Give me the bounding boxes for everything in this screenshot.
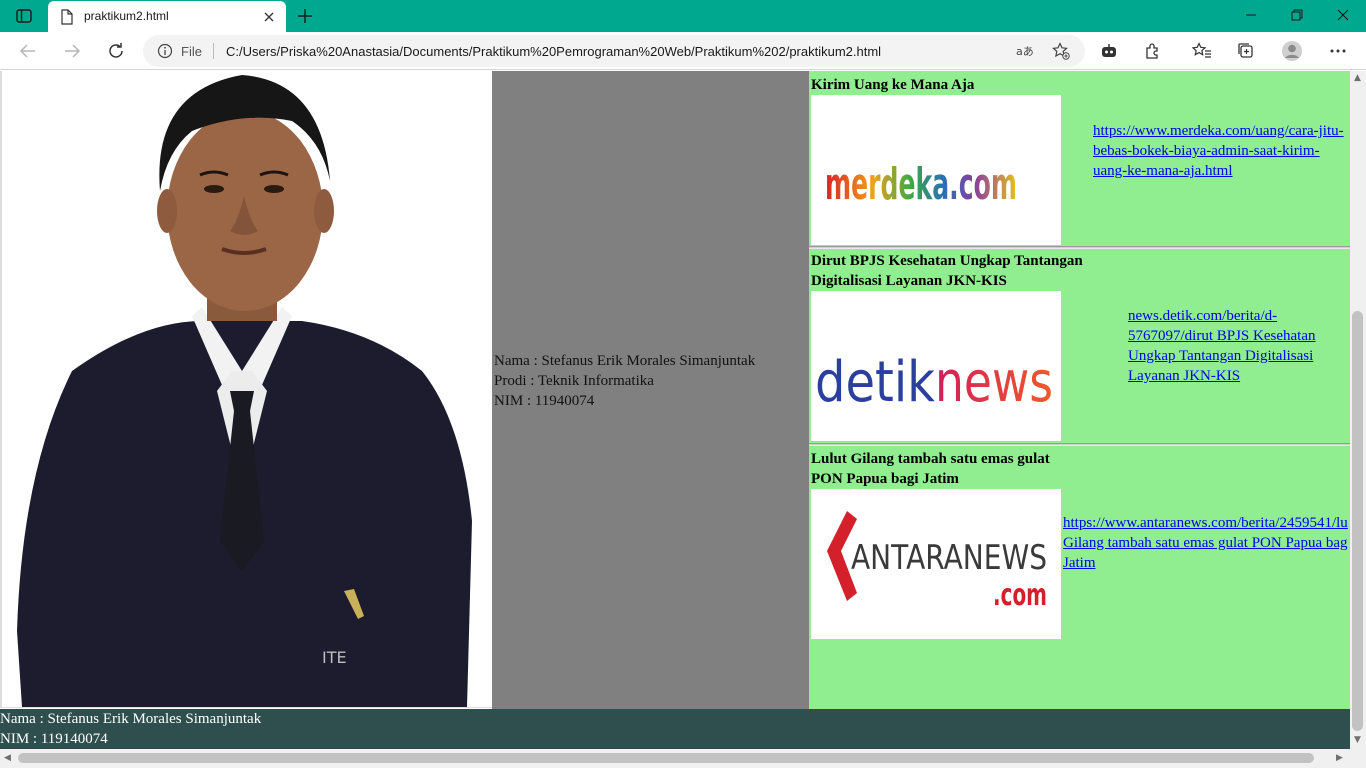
- browser-toolbar: File C:/Users/Priska%20Anastasia/Documen…: [0, 32, 1366, 70]
- extension-bot-icon[interactable]: [1098, 40, 1120, 62]
- horizontal-scrollbar[interactable]: ◀ ▶: [0, 749, 1366, 768]
- antara-logo: ANTARANEWS .com: [811, 489, 1061, 639]
- profile-info: Nama : Stefanus Erik Morales Simanjuntak…: [494, 351, 755, 411]
- forward-icon[interactable]: [58, 37, 86, 65]
- plus-icon[interactable]: [294, 5, 316, 27]
- news-title: Kirim Uang ke Mana Aja: [811, 77, 975, 93]
- close-icon[interactable]: [262, 9, 276, 28]
- vertical-scrollbar[interactable]: ▲ ▼: [1350, 71, 1366, 749]
- collections-icon[interactable]: [1235, 40, 1257, 62]
- scroll-up-arrow-icon[interactable]: ▲: [1354, 73, 1361, 83]
- horizontal-scroll-thumb[interactable]: [18, 753, 1314, 763]
- detik-logo: detik news: [811, 291, 1061, 441]
- footer-info: Nama : Stefanus Erik Morales Simanjuntak…: [0, 709, 261, 749]
- footer-nim: NIM : 119140074: [0, 731, 108, 747]
- profile-icon[interactable]: [1281, 40, 1303, 62]
- tab-title: praktikum2.html: [84, 9, 169, 23]
- footer-name: Nama : Stefanus Erik Morales Simanjuntak: [0, 711, 262, 727]
- profile-info-cell: Nama : Stefanus Erik Morales Simanjuntak…: [492, 71, 809, 709]
- scroll-right-arrow-icon[interactable]: ▶: [1336, 753, 1343, 763]
- news-link-antara[interactable]: https://www.antaranews.com/berita/245954…: [1063, 513, 1350, 573]
- news-list-cell: Kirim Uang ke Mana Aja merdeka.com https…: [809, 71, 1350, 709]
- page-viewport: ITE Nama : Stefanus Erik Morales Simanju…: [0, 71, 1350, 749]
- svg-text:merdeka.com: merdeka.com: [825, 159, 1017, 210]
- page-footer: Nama : Stefanus Erik Morales Simanjuntak…: [0, 709, 1350, 749]
- svg-text:aあ: aあ: [1016, 45, 1034, 58]
- profile-prodi: Prodi : Teknik Informatika: [494, 373, 654, 389]
- refresh-icon[interactable]: [102, 37, 130, 65]
- favorite-add-icon[interactable]: [1051, 42, 1071, 60]
- svg-text:news: news: [935, 350, 1053, 415]
- active-tab[interactable]: praktikum2.html: [48, 1, 286, 32]
- profile-photo: ITE: [2, 71, 492, 707]
- file-icon: [60, 9, 74, 29]
- address-separator: [213, 43, 214, 59]
- address-scheme-label: File: [181, 44, 202, 59]
- window-close-icon[interactable]: [1320, 0, 1366, 30]
- merdeka-logo: merdeka.com: [811, 95, 1061, 245]
- profile-nim: NIM : 11940074: [494, 393, 595, 409]
- vertical-scroll-thumb[interactable]: [1352, 311, 1363, 731]
- minimize-icon[interactable]: [1228, 0, 1274, 30]
- svg-text:ITE: ITE: [322, 648, 347, 667]
- favorites-icon[interactable]: [1191, 40, 1213, 62]
- tab-bar: praktikum2.html: [0, 0, 1366, 32]
- news-title: Dirut BPJS Kesehatan Ungkap Tantangan Di…: [811, 253, 1083, 289]
- more-icon[interactable]: [1327, 40, 1349, 62]
- profile-name: Nama : Stefanus Erik Morales Simanjuntak: [494, 353, 756, 369]
- divider: [809, 443, 1350, 446]
- svg-text:.com: .com: [993, 578, 1047, 613]
- divider: [809, 246, 1350, 249]
- svg-text:detik: detik: [815, 350, 935, 415]
- info-icon[interactable]: [157, 43, 173, 63]
- profile-photo-cell: ITE: [0, 71, 492, 708]
- read-aloud-icon[interactable]: aあ: [1015, 42, 1035, 60]
- svg-text:ANTARANEWS: ANTARANEWS: [851, 538, 1047, 578]
- restore-icon[interactable]: [1274, 0, 1320, 30]
- address-url[interactable]: C:/Users/Priska%20Anastasia/Documents/Pr…: [226, 44, 881, 59]
- news-link-detik[interactable]: news.detik.com/berita/d- 5767097/dirut B…: [1128, 306, 1350, 386]
- news-link-merdeka[interactable]: https://www.merdeka.com/uang/cara-jitu- …: [1093, 121, 1350, 181]
- address-bar[interactable]: File C:/Users/Priska%20Anastasia/Documen…: [143, 35, 1085, 67]
- scroll-down-arrow-icon[interactable]: ▼: [1354, 735, 1361, 745]
- tab-actions-icon[interactable]: [8, 5, 40, 27]
- back-icon[interactable]: [14, 37, 42, 65]
- extensions-icon[interactable]: [1142, 40, 1164, 62]
- scroll-left-arrow-icon[interactable]: ◀: [4, 753, 11, 763]
- news-title: Lulut Gilang tambah satu emas gulat PON …: [811, 451, 1050, 487]
